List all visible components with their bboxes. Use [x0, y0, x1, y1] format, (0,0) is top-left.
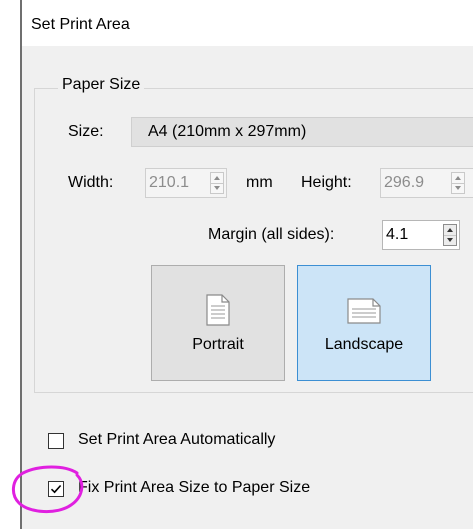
- landscape-button[interactable]: Landscape: [297, 265, 431, 381]
- width-spinbox[interactable]: 210.1: [145, 168, 227, 198]
- spin-down-icon: [447, 238, 453, 242]
- height-spinbox[interactable]: 296.9: [380, 168, 473, 198]
- unit-label: mm: [246, 174, 273, 191]
- document-landscape-icon: [347, 298, 381, 324]
- set-print-area-auto-label: Set Print Area Automatically: [78, 431, 276, 448]
- spin-down-icon: [455, 186, 461, 190]
- margin-value: 4.1: [386, 226, 409, 243]
- dialog-title: Set Print Area: [31, 16, 130, 33]
- width-spin-buttons[interactable]: [210, 172, 224, 194]
- fix-print-area-label: Fix Print Area Size to Paper Size: [78, 479, 311, 496]
- width-value: 210.1: [149, 174, 190, 191]
- height-value: 296.9: [384, 174, 425, 191]
- portrait-label: Portrait: [192, 336, 244, 353]
- document-portrait-icon: [206, 294, 230, 326]
- size-label: Size:: [68, 123, 104, 140]
- annotation-circle: [12, 465, 84, 513]
- spin-up-icon: [447, 228, 453, 232]
- height-label: Height:: [301, 174, 352, 191]
- paper-size-group-label: Paper Size: [58, 76, 145, 94]
- spin-down-icon: [214, 186, 220, 190]
- paper-size-dropdown-value: A4 (210mm x 297mm): [148, 123, 307, 140]
- spin-up-icon: [455, 176, 461, 180]
- margin-label: Margin (all sides):: [208, 226, 335, 243]
- portrait-button[interactable]: Portrait: [151, 265, 285, 381]
- spin-up-icon: [214, 176, 220, 180]
- height-spin-buttons[interactable]: [451, 172, 465, 194]
- margin-spinbox[interactable]: 4.1: [382, 220, 460, 250]
- set-print-area-auto-checkbox[interactable]: [48, 433, 64, 449]
- landscape-label: Landscape: [324, 336, 404, 353]
- margin-spin-buttons[interactable]: [443, 224, 457, 246]
- width-label: Width:: [68, 174, 114, 191]
